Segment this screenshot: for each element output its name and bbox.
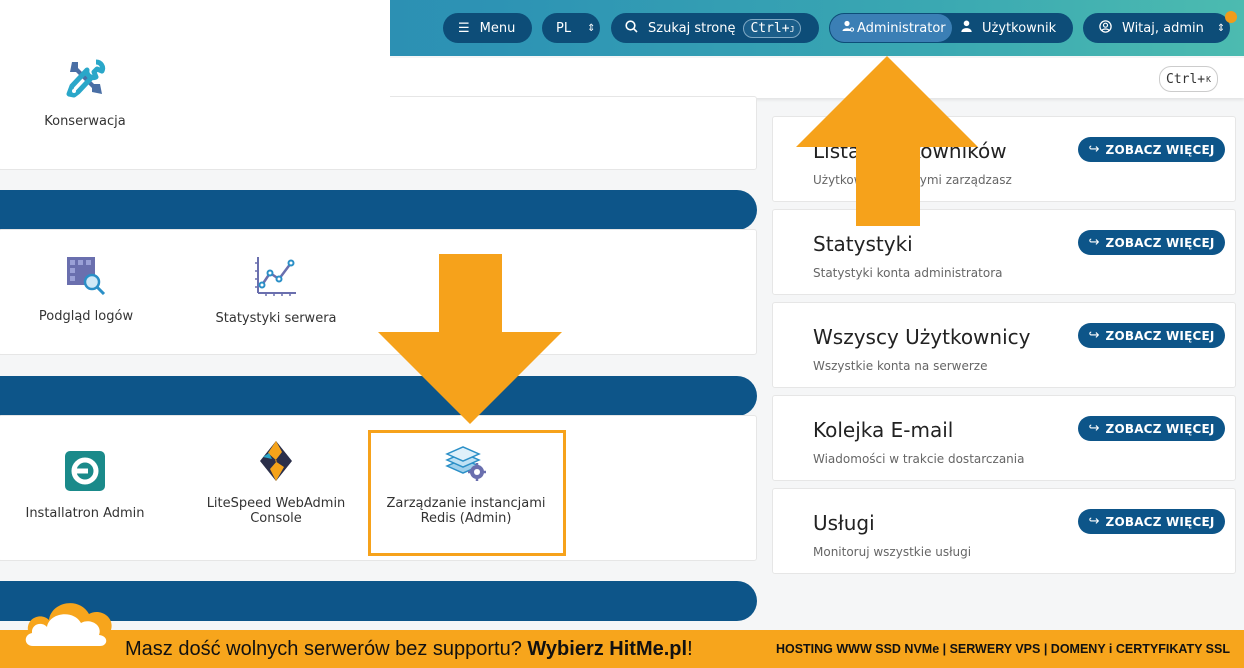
arrow-down-annotation [378, 254, 562, 424]
tool-log-viewer[interactable]: Podgląd logów [0, 255, 176, 324]
side-card-subtitle: Wszystkie konta na serwerze [813, 359, 988, 373]
menu-label: Menu [479, 20, 516, 36]
side-card-title: Wszyscy Użytkownicy [813, 325, 1031, 349]
account-menu-button[interactable]: Witaj, admin ⇕ [1083, 13, 1230, 43]
role-user-label: Użytkownik [982, 20, 1057, 36]
tool-server-stats[interactable]: Statystyki serwera [186, 255, 366, 326]
see-more-button[interactable]: ↪ ZOBACZ WIĘCEJ [1078, 509, 1225, 534]
share-arrow-icon: ↪ [1088, 514, 1100, 529]
side-card-subtitle: Statystyki konta administratora [813, 266, 1003, 280]
tool-litespeed[interactable]: LiteSpeed WebAdmin Console [186, 440, 366, 526]
side-card-email-queue: Kolejka E-mail Wiadomości w trakcie dost… [772, 395, 1236, 481]
tool-maintenance-label: Konserwacja [44, 114, 126, 129]
tool-log-viewer-label: Podgląd logów [38, 309, 134, 324]
tools-icon [0, 58, 175, 104]
share-arrow-icon: ↪ [1088, 235, 1100, 250]
share-arrow-icon: ↪ [1088, 328, 1100, 343]
role-admin-button[interactable]: Administrator [830, 14, 952, 42]
role-admin-label: Administrator [857, 20, 946, 36]
search-icon [625, 19, 638, 37]
side-card-title: Statystyki [813, 232, 913, 256]
side-card-title: Kolejka E-mail [813, 418, 954, 442]
chart-line-icon [186, 255, 366, 301]
tool-installatron-label: Installatron Admin [25, 506, 145, 521]
account-circle-icon [1099, 19, 1112, 37]
section-header-logs [0, 190, 757, 230]
tool-installatron[interactable]: Installatron Admin [0, 450, 175, 521]
promo-footer-banner[interactable]: Masz dość wolnych serwerów bez supportu?… [0, 630, 1244, 668]
menu-icon: ☰ [458, 20, 470, 36]
see-more-button[interactable]: ↪ ZOBACZ WIĘCEJ [1078, 137, 1225, 162]
footer-promo-text: Masz dość wolnych serwerów bez supportu?… [125, 638, 693, 660]
side-card-services: Usługi Monitoruj wszystkie usługi ↪ ZOBAC… [772, 488, 1236, 574]
side-card-title: Usługi [813, 511, 875, 535]
role-user-button[interactable]: Użytkownik [961, 13, 1056, 43]
side-card-all-users: Wszyscy Użytkownicy Wszystkie konta na s… [772, 302, 1236, 388]
tool-server-stats-label: Statystyki serwera [215, 311, 337, 326]
log-view-icon [0, 255, 176, 299]
tool-maintenance[interactable]: Konserwacja [0, 58, 175, 129]
tool-litespeed-label: LiteSpeed WebAdmin Console [206, 496, 346, 526]
arrow-up-annotation [796, 56, 978, 226]
menu-button[interactable]: ☰ Menu [443, 13, 532, 43]
see-more-button[interactable]: ↪ ZOBACZ WIĘCEJ [1078, 416, 1225, 441]
role-switch: Administrator Użytkownik [829, 13, 1073, 43]
redis-highlight-frame [368, 430, 566, 556]
see-more-button[interactable]: ↪ ZOBACZ WIĘCEJ [1078, 230, 1225, 255]
chevron-updown-icon: ⇕ [587, 22, 596, 34]
language-select[interactable]: PL ⇕ [542, 13, 600, 43]
side-card-subtitle: Monitoruj wszystkie usługi [813, 545, 972, 559]
language-label: PL [556, 20, 572, 36]
cloud-logo-icon [19, 603, 120, 652]
installatron-icon [0, 450, 175, 496]
page-search-button[interactable]: Szukaj stronę Ctrl+J [611, 13, 819, 43]
litespeed-icon [186, 440, 366, 486]
chevron-updown-icon: ⇕ [1216, 22, 1226, 34]
see-more-button[interactable]: ↪ ZOBACZ WIĘCEJ [1078, 323, 1225, 348]
greeting-label: Witaj, admin [1122, 20, 1204, 36]
search-bar-shortcut: Ctrl+ K [1159, 66, 1218, 92]
footer-services: HOSTING WWW SSD NVMe | SERWERY VPS | DOM… [775, 642, 1230, 656]
share-arrow-icon: ↪ [1088, 142, 1100, 157]
share-arrow-icon: ↪ [1088, 421, 1100, 436]
page-search-label: Szukaj stronę [648, 20, 736, 36]
notification-dot [1225, 11, 1237, 23]
user-gear-icon [842, 20, 855, 36]
user-icon [961, 20, 972, 36]
search-shortcut: Ctrl+J [743, 18, 802, 38]
side-card-subtitle: Wiadomości w trakcie dostarczania [813, 452, 1025, 466]
